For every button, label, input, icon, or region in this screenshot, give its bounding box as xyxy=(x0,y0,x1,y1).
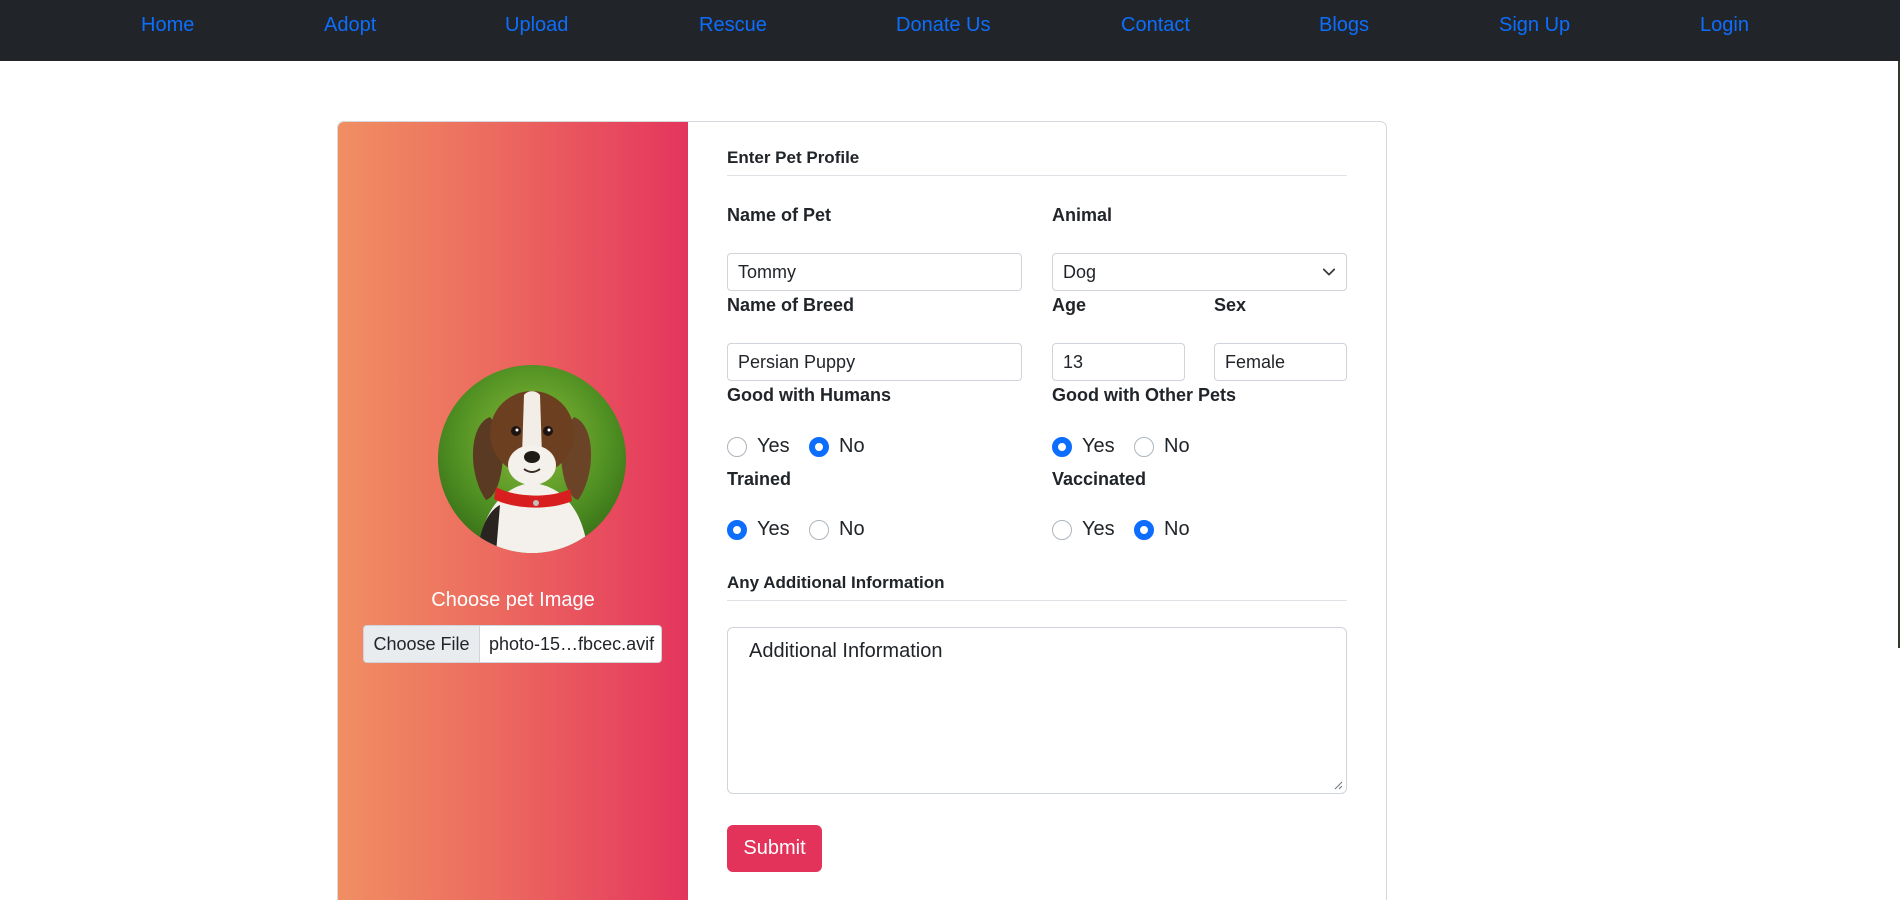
pet-image-file-input[interactable]: Choose File photo-15…fbcec.avif xyxy=(363,625,662,663)
selected-file-name: photo-15…fbcec.avif xyxy=(489,633,655,654)
trained-label: Trained xyxy=(727,469,792,489)
radio-label: Yes xyxy=(1082,435,1115,457)
chevron-down-icon xyxy=(1322,268,1336,276)
additional-divider xyxy=(727,600,1347,601)
radio-checked-icon xyxy=(727,519,747,540)
submit-button[interactable]: Submit xyxy=(727,825,822,872)
nav-login-link[interactable]: Login xyxy=(1700,14,1749,37)
radio-label: Yes xyxy=(1082,518,1115,540)
good-with-pets-label: Good with Other Pets xyxy=(1052,385,1237,405)
animal-label: Animal xyxy=(1052,205,1113,225)
radio-label: Yes xyxy=(757,435,790,457)
additional-info-heading: Any Additional Information xyxy=(727,573,945,592)
image-panel: Choose pet Image Choose File photo-15…fb… xyxy=(338,122,688,900)
animal-select-value: Dog xyxy=(1063,261,1097,282)
vaccinated-yes-radio[interactable]: Yes xyxy=(1052,518,1115,541)
pet-name-label: Name of Pet xyxy=(727,205,832,225)
animal-select[interactable]: Dog xyxy=(1052,253,1347,291)
radio-label: No xyxy=(839,518,865,540)
nav-signup-link[interactable]: Sign Up xyxy=(1499,14,1570,37)
nav-donate-link[interactable]: Donate Us xyxy=(896,14,991,37)
radio-circle-icon xyxy=(1134,436,1154,457)
nav-blogs-link[interactable]: Blogs xyxy=(1319,14,1369,37)
breed-input[interactable]: Persian Puppy xyxy=(727,343,1022,381)
age-label: Age xyxy=(1052,295,1087,315)
age-input[interactable]: 13 xyxy=(1052,343,1185,381)
radio-checked-icon xyxy=(1052,436,1072,457)
nav-contact-link[interactable]: Contact xyxy=(1121,14,1190,37)
vaccinated-no-radio[interactable]: No xyxy=(1134,518,1190,541)
breed-label: Name of Breed xyxy=(727,295,855,315)
radio-label: No xyxy=(839,435,865,457)
nav-upload-link[interactable]: Upload xyxy=(505,14,568,37)
pets-yes-radio[interactable]: Yes xyxy=(1052,435,1115,458)
beagle-dog-photo xyxy=(438,365,626,553)
radio-label: No xyxy=(1164,435,1190,457)
resize-grip-icon[interactable] xyxy=(1333,780,1343,790)
pet-name-input[interactable]: Tommy xyxy=(727,253,1022,291)
nav-adopt-link[interactable]: Adopt xyxy=(324,14,376,37)
radio-checked-icon xyxy=(809,436,829,457)
form-title: Enter Pet Profile xyxy=(727,148,860,167)
humans-yes-radio[interactable]: Yes xyxy=(727,435,790,458)
pet-profile-card: Choose pet Image Choose File photo-15…fb… xyxy=(337,121,1387,900)
vaccinated-label: Vaccinated xyxy=(1052,469,1147,489)
page: Home Adopt Upload Rescue Donate Us Conta… xyxy=(0,0,1900,900)
sex-input[interactable]: Female xyxy=(1214,343,1347,381)
radio-circle-icon xyxy=(1052,519,1072,540)
nav-home-link[interactable]: Home xyxy=(141,14,194,37)
title-divider xyxy=(727,175,1347,176)
sex-label: Sex xyxy=(1214,295,1247,315)
radio-circle-icon xyxy=(727,436,747,457)
radio-label: No xyxy=(1164,518,1190,540)
humans-no-radio[interactable]: No xyxy=(809,435,865,458)
top-navbar: Home Adopt Upload Rescue Donate Us Conta… xyxy=(0,0,1900,61)
trained-yes-radio[interactable]: Yes xyxy=(727,518,790,541)
choose-file-button[interactable]: Choose File xyxy=(364,626,480,662)
pets-no-radio[interactable]: No xyxy=(1134,435,1190,458)
choose-image-label: Choose pet Image xyxy=(431,589,595,611)
radio-circle-icon xyxy=(809,519,829,540)
radio-label: Yes xyxy=(757,518,790,540)
good-with-humans-label: Good with Humans xyxy=(727,385,891,405)
nav-rescue-link[interactable]: Rescue xyxy=(699,14,767,37)
radio-checked-icon xyxy=(1134,519,1154,540)
pet-photo xyxy=(438,365,626,553)
trained-no-radio[interactable]: No xyxy=(809,518,865,541)
additional-info-textarea[interactable]: Additional Information xyxy=(727,627,1347,794)
textarea-placeholder: Additional Information xyxy=(749,640,943,662)
